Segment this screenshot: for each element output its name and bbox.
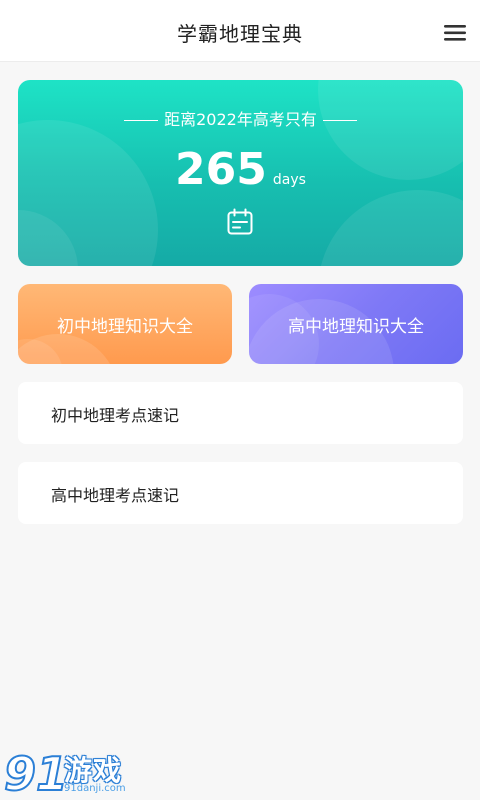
site-watermark: 91 游戏 91danji.com <box>0 746 140 800</box>
watermark-logo: 91 <box>3 746 64 800</box>
page-title: 学霸地理宝典 <box>177 22 303 46</box>
list-item-label: 初中地理考点速记 <box>51 406 180 425</box>
list-item-junior-key-points[interactable]: 初中地理考点速记 <box>18 382 463 444</box>
title-dash-right <box>322 120 357 121</box>
countdown-days-number: 265 <box>175 144 267 195</box>
title-dash-left <box>124 120 159 121</box>
countdown-value: 265 days <box>18 144 463 195</box>
app-header: 学霸地理宝典 <box>0 0 480 62</box>
list-item-senior-key-points[interactable]: 高中地理考点速记 <box>18 462 463 524</box>
calendar-icon <box>227 208 253 235</box>
junior-geography-knowledge-card[interactable]: 初中地理知识大全 <box>18 284 232 364</box>
hamburger-menu-icon <box>444 25 466 41</box>
senior-geography-knowledge-card[interactable]: 高中地理知识大全 <box>249 284 463 364</box>
card-label: 高中地理知识大全 <box>288 317 424 337</box>
card-label: 初中地理知识大全 <box>57 317 193 337</box>
menu-button[interactable] <box>440 20 472 46</box>
countdown-title: 距离2022年高考只有 <box>18 106 463 130</box>
countdown-title-text: 距离2022年高考只有 <box>164 110 317 129</box>
countdown-days-unit: days <box>272 172 306 188</box>
exam-countdown-card: 距离2022年高考只有 265 days <box>18 80 463 266</box>
watermark-logo-text: 91 <box>4 747 64 800</box>
list-item-label: 高中地理考点速记 <box>51 486 180 505</box>
watermark-url: 91danji.com <box>64 783 126 794</box>
